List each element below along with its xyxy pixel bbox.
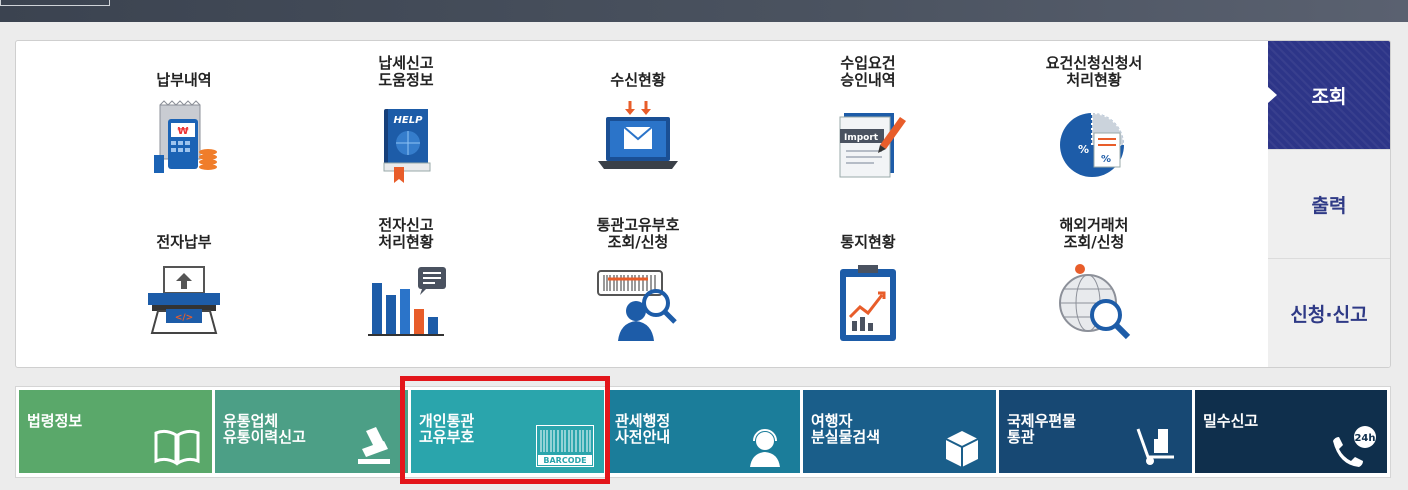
barcode-icon: BARCODE [536,425,594,467]
menu-label: 해외거래처 조회/신청 [1059,216,1129,251]
tile-label: 국제우편물 통관 [1007,412,1077,446]
tile-lost-and-found[interactable]: 여행자 분실물검색 [803,390,996,473]
tile-distribution-report[interactable]: 유통업체 유통이력신고 [215,390,408,473]
side-tab-group: 조회 출력 신청·신고 [1268,41,1390,367]
tab-print[interactable]: 출력 [1268,150,1390,259]
menu-tax-help[interactable]: 납세신고 도움정보 HELP [316,53,496,203]
menu-e-filing-status[interactable]: 전자신고 처리현황 [316,215,496,365]
menu-label: 통관고유부호 조회/신청 [596,216,680,251]
tile-customs-guidance[interactable]: 관세행정 사전안내 [607,390,800,473]
svg-text:</>: </> [175,313,193,323]
tab-label: 조회 [1311,85,1347,108]
stamp-icon [358,427,390,464]
menu-receipt-status[interactable]: 수신현황 [548,53,728,203]
globe-search-icon [1046,259,1142,355]
top-navigation-bar [0,0,1408,22]
clipboard-chart-icon [820,259,916,355]
svg-text:%: % [1101,154,1111,165]
tile-label: 유통업체 유통이력신고 [223,412,306,446]
top-tab[interactable] [0,0,110,6]
tile-label: 개인통관 고유부호 [419,412,475,446]
tile-law-info[interactable]: 법령정보 [19,390,212,473]
tile-label: 관세행정 사전안내 [615,412,671,446]
phone-24h-icon: 24h [1333,426,1376,467]
24h-badge: 24h [1354,433,1375,444]
svg-text:%: % [1078,143,1089,156]
menu-requirement-application[interactable]: 요건신청신청서 처리현황 % % [1004,53,1184,203]
menu-label: 수신현황 [610,71,666,89]
menu-notification-status[interactable]: 통지현황 [778,215,958,365]
menu-label: 요건신청신청서 처리현황 [1045,54,1143,89]
hand-truck-icon [1136,428,1174,465]
package-icon [945,431,979,467]
tile-smuggling-report[interactable]: 밀수신고 24h [1195,390,1387,473]
tab-label: 신청·신고 [1290,304,1368,326]
menu-electronic-payment[interactable]: 전자납부 </> [94,215,274,365]
menu-label: 전자신고 처리현황 [378,216,434,251]
svg-text:Import: Import [844,133,879,143]
support-agent-icon [750,429,780,467]
barcode-search-icon [590,259,686,355]
menu-import-approval[interactable]: 수입요건 승인내역 Import [778,53,958,203]
percentage-chart-icon: % % [1046,97,1142,193]
menu-label: 전자납부 [156,233,212,251]
import-document-icon: Import [820,97,916,193]
service-panel: 납부내역 ₩ 납세신고 도움정보 HELP 수신현황 수입요건 승인내역 Imp… [15,40,1391,368]
tile-personal-customs-code[interactable]: 개인통관 고유부호 BARCODE [411,390,604,473]
menu-overseas-partner[interactable]: 해외거래처 조회/신청 [1004,215,1184,365]
menu-label: 납부내역 [156,71,212,89]
tile-label: 밀수신고 [1203,412,1259,430]
tile-label: 여행자 분실물검색 [811,412,881,446]
tile-international-mail[interactable]: 국제우편물 통관 [999,390,1192,473]
quick-link-bar: 법령정보 유통업체 유통이력신고 개인통관 고유부호 BARCODE 관세행정 … [15,386,1391,478]
menu-label: 통지현황 [840,233,896,251]
menu-label: 납세신고 도움정보 [378,54,434,89]
help-book-icon: HELP [358,97,454,193]
menu-payment-history[interactable]: 납부내역 ₩ [94,53,274,203]
menu-label: 수입요건 승인내역 [840,54,896,89]
tile-label: 법령정보 [27,412,83,430]
svg-text:₩: ₩ [177,126,188,137]
cash-register-icon: ₩ [136,97,232,193]
bar-chart-icon [358,259,454,355]
barcode-badge: BARCODE [543,456,586,465]
tab-application[interactable]: 신청·신고 [1268,259,1390,367]
laptop-mail-icon [590,97,686,193]
svg-text:HELP: HELP [394,115,424,126]
tab-inquiry[interactable]: 조회 [1268,41,1390,150]
menu-customs-code[interactable]: 통관고유부호 조회/신청 [548,215,728,365]
tab-label: 출력 [1311,194,1347,217]
atm-payment-icon: </> [136,259,232,355]
open-book-icon [154,429,200,466]
